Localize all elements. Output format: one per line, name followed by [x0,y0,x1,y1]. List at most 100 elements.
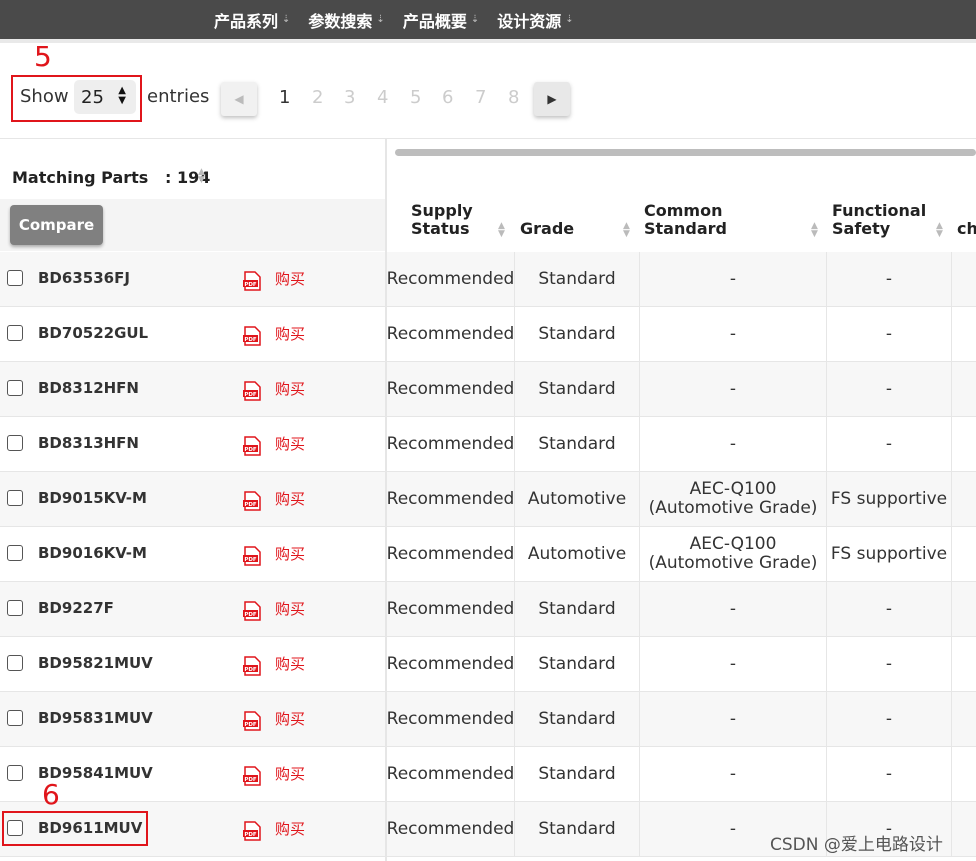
column-divider [951,362,952,416]
nav-item-product-overview[interactable]: 产品概要 ⇣ [403,8,479,32]
nav-item-product-series[interactable]: 产品系列 ⇣ [214,8,290,32]
table-row: BD9227F PDF 购买 Recommended Standard - - [0,582,976,637]
pdf-icon[interactable]: PDF [242,821,262,841]
entries-length-select[interactable]: 25 ▲ ▼ [74,80,136,114]
buy-link[interactable]: 购买 [275,268,305,289]
arrow-left-icon: ◀ [234,92,244,106]
nav-item-parametric-search[interactable]: 参数搜索 ⇣ [308,8,384,32]
pdf-icon[interactable]: PDF [242,491,262,511]
column-header-functional-safety[interactable]: Functional Safety [832,202,926,238]
chevron-down-icon: ⇣ [282,14,291,25]
part-number-link[interactable]: BD8313HFN [38,434,139,452]
row-checkbox[interactable] [7,545,23,561]
svg-text:PDF: PDF [244,667,257,673]
column-header-grade[interactable]: Grade [520,220,574,238]
buy-link[interactable]: 购买 [275,598,305,619]
cell-functional-safety: - [885,433,893,454]
buy-link[interactable]: 购买 [275,378,305,399]
part-number-link[interactable]: BD8312HFN [38,379,139,397]
cell-supply-status: Recommended [386,598,515,619]
pager-page-5[interactable]: 5 [410,87,421,108]
pager-page-1[interactable]: 1 [279,87,290,108]
cell-grade: Standard [538,268,616,289]
row-checkbox[interactable] [7,710,23,726]
pdf-icon[interactable]: PDF [242,601,262,621]
cell-common-standard: - [729,598,737,619]
cell-functional-safety: - [885,598,893,619]
nav-label: 产品概要 [402,11,467,31]
part-number-link[interactable]: BD9016KV-M [38,544,147,562]
sort-icon[interactable]: ▲ ▼ [498,222,505,239]
pdf-icon[interactable]: PDF [242,546,262,566]
pager-previous-button[interactable]: ◀ [221,82,257,116]
row-checkbox[interactable] [7,490,23,506]
cell-supply-status: Recommended [386,488,515,509]
row-checkbox[interactable] [7,435,23,451]
buy-link[interactable]: 购买 [275,323,305,344]
part-number-link[interactable]: BD9227F [38,599,114,617]
fixed-column-edge [385,139,387,861]
sort-icon[interactable]: ▲ ▼ [811,222,818,239]
cell-grade: Standard [538,763,616,784]
buy-link[interactable]: 购买 [275,543,305,564]
pdf-icon[interactable]: PDF [242,436,262,456]
pdf-icon[interactable]: PDF [242,381,262,401]
column-header-label: Supply Status [411,201,473,238]
pager-page-6[interactable]: 6 [442,87,453,108]
buy-link[interactable]: 购买 [275,818,305,839]
column-header-common-standard[interactable]: Common Standard [644,201,727,238]
entries-length-value: 25 [81,86,104,108]
select-updown-icon: ▲ ▼ [118,85,126,106]
row-checkbox[interactable] [7,655,23,671]
cell-grade: Standard [538,323,616,344]
nav-label: 设计资源 [497,11,562,31]
pdf-icon[interactable]: PDF [242,766,262,786]
buy-link[interactable]: 购买 [275,488,305,509]
row-checkbox[interactable] [7,380,23,396]
table-row: BD95841MUV PDF 购买 Recommended Standard - - [0,747,976,802]
compare-button[interactable]: Compare [10,205,103,245]
row-checkbox[interactable] [7,325,23,341]
sort-icon[interactable]: ▲ ▼ [936,222,943,239]
part-number-link[interactable]: BD95821MUV [38,654,153,672]
sort-icon[interactable]: ▲ ▼ [198,168,205,185]
cell-functional-safety: - [885,763,893,784]
column-header-next[interactable]: ch [957,220,976,238]
row-checkbox[interactable] [7,270,23,286]
table-row: BD9016KV-M PDF 购买 Recommended Automotive AEC-… [0,527,976,582]
column-header-supply-status[interactable]: Supply Status [411,201,473,238]
cell-supply-status: Recommended [386,708,515,729]
entries-label: entries [147,86,210,107]
svg-text:PDF: PDF [244,337,257,343]
pdf-icon[interactable]: PDF [242,326,262,346]
pager-next-button[interactable]: ▶ [534,82,570,116]
column-divider [951,747,952,801]
part-number-link[interactable]: BD9015KV-M [38,489,147,507]
cell-common-standard: - [729,763,737,784]
pdf-icon[interactable]: PDF [242,711,262,731]
buy-link[interactable]: 购买 [275,763,305,784]
pager-page-3[interactable]: 3 [344,87,355,108]
pdf-icon[interactable]: PDF [242,271,262,291]
column-divider [951,307,952,361]
part-number-link[interactable]: BD63536FJ [38,269,130,287]
part-number-link[interactable]: BD70522GUL [38,324,148,342]
buy-link[interactable]: 购买 [275,653,305,674]
column-header-label: Common Standard [644,201,727,238]
buy-link[interactable]: 购买 [275,708,305,729]
row-checkbox[interactable] [7,600,23,616]
part-number-link[interactable]: BD95831MUV [38,709,153,727]
cell-grade: Automotive [527,543,627,564]
pager-page-2[interactable]: 2 [312,87,323,108]
pdf-icon[interactable]: PDF [242,656,262,676]
row-checkbox[interactable] [7,765,23,781]
cell-grade: Standard [538,433,616,454]
horizontal-scrollbar[interactable] [395,149,976,156]
sort-icon[interactable]: ▲ ▼ [623,222,630,239]
pager-page-7[interactable]: 7 [475,87,486,108]
buy-link[interactable]: 购买 [275,433,305,454]
cell-common-standard: AEC-Q100 (Automotive Grade) [648,534,818,573]
pager-page-8[interactable]: 8 [508,87,519,108]
pager-page-4[interactable]: 4 [377,87,388,108]
nav-item-design-resources[interactable]: 设计资源 ⇣ [497,8,573,32]
